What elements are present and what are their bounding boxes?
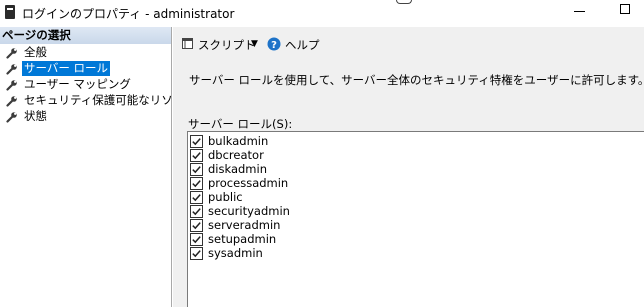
toolbar: スクリプト ▼ ? ヘルプ (173, 27, 644, 57)
checkbox-checked[interactable] (190, 233, 203, 246)
server-roles-label: サーバー ロール(S): (188, 117, 293, 131)
checkbox-checked[interactable] (190, 205, 203, 218)
content-pane: スクリプト ▼ ? ヘルプ サーバー ロールを使用して、サーバー全体のセキュリテ… (173, 27, 644, 307)
page-item-status[interactable]: 状態 (0, 109, 171, 124)
wrench-icon (6, 80, 17, 91)
script-icon[interactable] (182, 38, 193, 49)
checkbox-checked[interactable] (190, 135, 203, 148)
role-name: serveradmin (208, 218, 281, 232)
role-name: sysadmin (208, 246, 263, 260)
chevron-down-icon[interactable]: ▼ (251, 39, 258, 49)
server-roles-list[interactable]: bulkadmin dbcreator diskadmin processadm… (187, 131, 644, 307)
role-name: public (208, 190, 243, 204)
window-title: ログインのプロパティ - administrator (22, 7, 235, 21)
wrench-icon (6, 64, 17, 75)
checkbox-checked[interactable] (190, 191, 203, 204)
role-name: securityadmin (208, 204, 290, 218)
page-item-label: 全般 (24, 45, 47, 59)
wrench-icon (6, 112, 17, 123)
checkbox-checked[interactable] (190, 163, 203, 176)
maximize-button[interactable] (620, 4, 630, 14)
app-icon (5, 5, 15, 19)
minimize-button[interactable] (574, 11, 585, 12)
script-button[interactable]: スクリプト (198, 37, 256, 53)
page-item-user-mapping[interactable]: ユーザー マッピング (0, 77, 171, 92)
checkbox-checked[interactable] (190, 149, 203, 162)
page-item-general[interactable]: 全般 (0, 45, 171, 60)
help-icon[interactable]: ? (267, 37, 281, 51)
checkbox-checked[interactable] (190, 219, 203, 232)
role-name: diskadmin (208, 162, 267, 176)
page-item-label: ユーザー マッピング (24, 77, 131, 91)
help-button[interactable]: ヘルプ (285, 37, 320, 53)
page-description: サーバー ロールを使用して、サーバー全体のセキュリティ特権をユーザーに許可します… (189, 73, 644, 87)
page-selector-pane: ページの選択 全般 サーバー ロール ユーザー マッピング セキュリティ保護可能… (0, 27, 195, 307)
role-name: processadmin (208, 176, 289, 190)
page-item-securables[interactable]: セキュリティ保護可能なリソース (0, 93, 195, 108)
page-item-label: サーバー ロール (22, 61, 111, 76)
title-bar: ログインのプロパティ - administrator (0, 0, 644, 27)
wrench-icon (6, 96, 17, 107)
checkbox-checked[interactable] (190, 247, 203, 260)
role-name: dbcreator (208, 148, 264, 162)
checkbox-checked[interactable] (190, 177, 203, 190)
wrench-icon (6, 48, 17, 59)
role-name: bulkadmin (208, 134, 269, 148)
role-name: setupadmin (208, 232, 277, 246)
page-selector-header: ページの選択 (0, 27, 171, 44)
page-item-label: セキュリティ保護可能なリソース (24, 93, 196, 107)
page-item-server-roles[interactable]: サーバー ロール (0, 61, 171, 76)
page-item-label: 状態 (24, 109, 47, 123)
svg-text:?: ? (271, 40, 277, 51)
partial-element (396, 0, 412, 4)
